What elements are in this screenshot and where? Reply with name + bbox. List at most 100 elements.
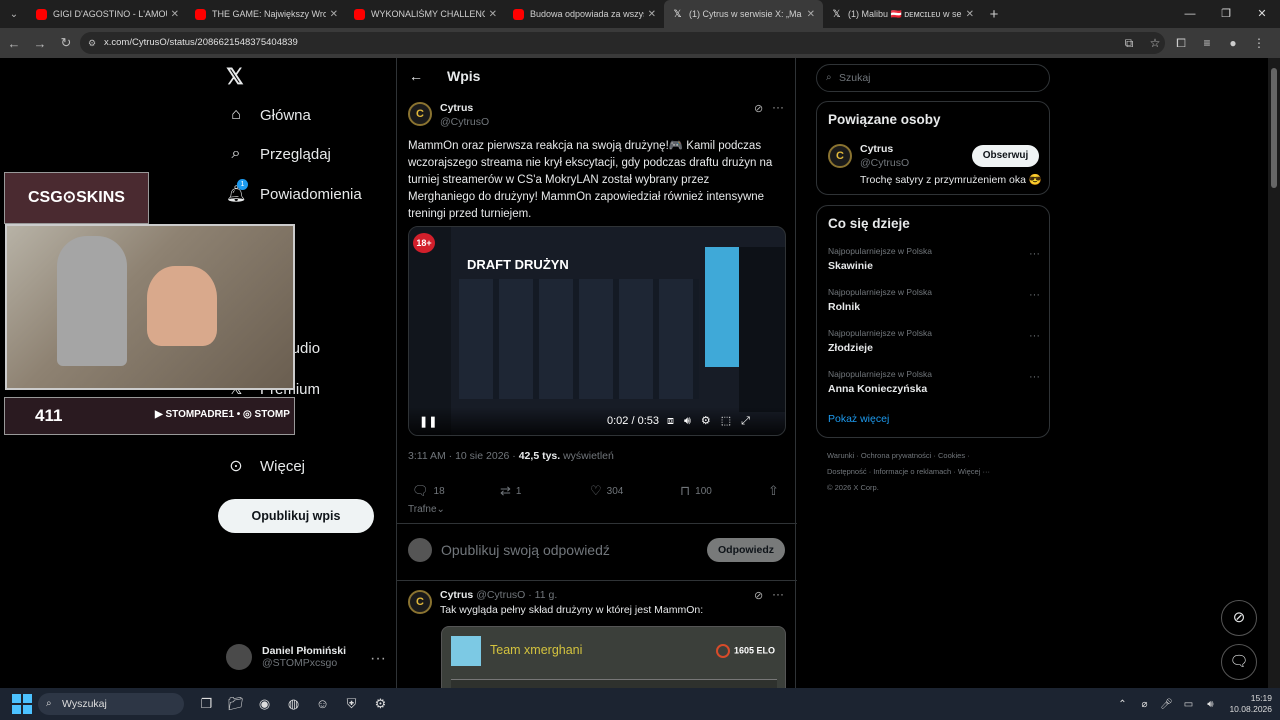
close-icon[interactable]: ✕ xyxy=(966,9,974,20)
like-button[interactable]: ♡ 304 xyxy=(590,483,623,499)
back-arrow-icon[interactable]: ← xyxy=(409,68,423,84)
reply-button[interactable]: 🗨︎ 18 xyxy=(412,483,445,499)
trend-item[interactable]: Najpopularniejsze w Polska Anna Konieczyń… xyxy=(828,369,1040,395)
antivirus-icon[interactable]: ⛨ xyxy=(337,693,366,715)
system-tray: ⌃ ⌀ 🎤︎ ▭ 🔊︎ 15:19 10.08.2026 xyxy=(1111,688,1272,720)
close-icon[interactable]: ✕ xyxy=(489,9,497,20)
person-handle[interactable]: @CytrusO xyxy=(860,157,909,169)
close-icon[interactable]: ✕ xyxy=(807,9,815,20)
repost-button[interactable]: ⇄ 1 xyxy=(500,483,521,499)
trend-item[interactable]: Najpopularniejsze w Polska Rolnik ··· xyxy=(828,287,1040,313)
reply-sort-dropdown[interactable]: Trafne⌄ xyxy=(408,504,445,515)
browser-tab[interactable]: THE GAME: Największy Wrogow✕ xyxy=(187,0,346,28)
video-player[interactable]: DRAFT DRUŻYN 18+ ❚❚ 0:02 / 0:53 ⧈🔊︎⚙⬚⤢ xyxy=(408,226,786,436)
close-icon[interactable]: ✕ xyxy=(171,9,179,20)
browser-tab[interactable]: GIGI D'AGOSTINO - L'AMOUR T✕ xyxy=(28,0,187,28)
steam-icon[interactable]: ⚙ xyxy=(366,693,395,715)
avatar[interactable]: C xyxy=(828,144,852,168)
reload-icon[interactable]: ↻ xyxy=(54,35,78,51)
nav-item-home[interactable]: ⌂ Główna xyxy=(226,106,311,124)
video-frame xyxy=(705,247,739,367)
search-input[interactable]: ⌕ Szukaj xyxy=(816,64,1050,92)
reply-submit-button[interactable]: Odpowiedz xyxy=(707,538,785,562)
grok-button[interactable]: ⊘ xyxy=(1221,600,1257,636)
back-icon[interactable]: ← xyxy=(2,36,26,51)
show-more-link[interactable]: Pokaż więcej xyxy=(828,413,889,425)
tab-search-icon[interactable]: ⌄ xyxy=(0,0,28,28)
close-window-icon[interactable]: ✕ xyxy=(1244,0,1280,28)
video-control-icons[interactable]: ⧈🔊︎⚙⬚⤢ xyxy=(667,414,760,428)
pause-icon[interactable]: ❚❚ xyxy=(419,415,437,428)
reply-input[interactable]: Opublikuj swoją odpowiedź xyxy=(441,542,610,558)
windows-start-icon[interactable] xyxy=(12,694,32,714)
site-info-icon[interactable]: ⚙ xyxy=(88,32,96,54)
profile-icon[interactable]: ● xyxy=(1220,36,1246,50)
network-off-icon[interactable]: ⌀ xyxy=(1133,699,1155,710)
url-input[interactable]: ⚙ x.com/CytrusO/status/208662154837540483… xyxy=(80,32,1165,54)
scrollbar-thumb[interactable] xyxy=(1271,68,1277,188)
avatar[interactable]: C xyxy=(408,102,432,126)
post-button[interactable]: Opublikuj wpis xyxy=(218,499,374,533)
footer-links[interactable]: Warunki · Ochrona prywatności · Cookies … xyxy=(827,448,990,496)
nav-item-more[interactable]: ⊙ Więcej xyxy=(226,456,305,476)
taskbar-search-input[interactable]: ⌕ Wyszukaj xyxy=(38,693,184,715)
browser-tab[interactable]: 𝕏 (1) Malibu 🇦🇹 ᴅᴇᴍᴄɪʟᴇᴜ w se ✕ xyxy=(823,0,982,28)
avatar[interactable]: C xyxy=(408,590,432,614)
restore-icon[interactable]: ❐ xyxy=(1208,0,1244,28)
more-icon[interactable]: ··· xyxy=(1029,330,1040,342)
tab-strip: ⌄ GIGI D'AGOSTINO - L'AMOUR T✕ THE GAME:… xyxy=(0,0,1280,28)
person-name[interactable]: Cytrus xyxy=(860,143,893,155)
more-icon[interactable]: ··· xyxy=(1029,248,1040,260)
tweet-author-name[interactable]: Cytrus xyxy=(440,102,473,114)
tweet-author-handle[interactable]: @CytrusO xyxy=(440,116,489,128)
bookmark-button[interactable]: ⊓ 100 xyxy=(680,483,712,499)
media-icon[interactable]: ≡ xyxy=(1194,36,1220,50)
extensions-icon[interactable]: ⧠ xyxy=(1168,36,1194,51)
browser-tab[interactable]: Budowa odpowiada za wszystko✕ xyxy=(505,0,664,28)
webcam-chair xyxy=(57,236,127,366)
discord-icon[interactable]: ☺ xyxy=(308,693,337,715)
trend-item[interactable]: Najpopularniejsze w Polska Złodzieje ··· xyxy=(828,328,1040,354)
search-icon: ⌕ xyxy=(46,698,52,709)
chrome-icon[interactable]: ◉ xyxy=(250,693,279,715)
more-icon[interactable]: ··· xyxy=(772,100,784,114)
spotify-icon[interactable]: ◍ xyxy=(279,693,308,715)
browser-tab[interactable]: WYKONALIŚMY CHALLENGE OD✕ xyxy=(346,0,505,28)
browser-tab-active[interactable]: 𝕏 (1) Cytrus w serwisie X: „Ma ✕ xyxy=(664,0,823,28)
display-icon[interactable]: ▭ xyxy=(1177,699,1199,710)
team-image[interactable]: Team xmerghani 1605 ELO xyxy=(441,626,786,688)
trend-item[interactable]: Najpopularniejsze w Polska Skawinie ··· xyxy=(828,246,1040,272)
more-icon[interactable]: ··· xyxy=(1029,289,1040,301)
task-view-icon[interactable]: ❐ xyxy=(192,693,221,715)
more-icon[interactable]: ··· xyxy=(772,587,784,601)
more-icon[interactable]: ··· xyxy=(1029,371,1040,383)
volume-icon[interactable]: 🔊︎ xyxy=(1199,699,1221,710)
chevron-up-icon[interactable]: ⌃ xyxy=(1111,699,1133,710)
close-icon[interactable]: ✕ xyxy=(330,9,338,20)
grok-icon[interactable]: ⊘ xyxy=(754,589,763,602)
star-icon[interactable]: ☆ xyxy=(1142,36,1168,50)
tweet-author[interactable]: Cytrus @CytrusO · 11 g. xyxy=(440,589,557,601)
avatar xyxy=(408,538,432,562)
minimize-icon[interactable]: — xyxy=(1172,0,1208,28)
video-controls: ❚❚ 0:02 / 0:53 ⧈🔊︎⚙⬚⤢ xyxy=(409,407,785,435)
grok-icon[interactable]: ⊘ xyxy=(754,102,763,115)
follow-button[interactable]: Obserwuj xyxy=(972,145,1039,167)
messages-button[interactable]: 🗨︎ xyxy=(1221,644,1257,680)
menu-icon[interactable]: ⋮ xyxy=(1246,36,1272,50)
close-icon[interactable]: ✕ xyxy=(648,9,656,20)
new-tab-button[interactable]: + xyxy=(982,6,1006,23)
forward-icon[interactable]: → xyxy=(28,36,52,51)
x-logo-icon[interactable]: 𝕏 xyxy=(226,64,244,90)
translate-icon[interactable]: ⧉ xyxy=(1116,36,1142,51)
account-switcher[interactable]: Daniel Płomiński @STOMPxcsgo ··· xyxy=(226,644,386,670)
nav-item-explore[interactable]: ⌕ Przeglądaj xyxy=(226,145,331,163)
share-button[interactable]: ⇧ xyxy=(768,483,784,499)
youtube-icon xyxy=(36,8,47,20)
clock[interactable]: 15:19 10.08.2026 xyxy=(1229,693,1272,715)
nav-item-notifications[interactable]: 🔔︎ 1 Powiadomienia xyxy=(226,179,362,204)
mic-icon[interactable]: 🎤︎ xyxy=(1155,699,1177,710)
scrollbar[interactable] xyxy=(1268,58,1280,688)
youtube-icon xyxy=(513,8,524,20)
file-explorer-icon[interactable]: 📁︎ xyxy=(221,693,250,715)
